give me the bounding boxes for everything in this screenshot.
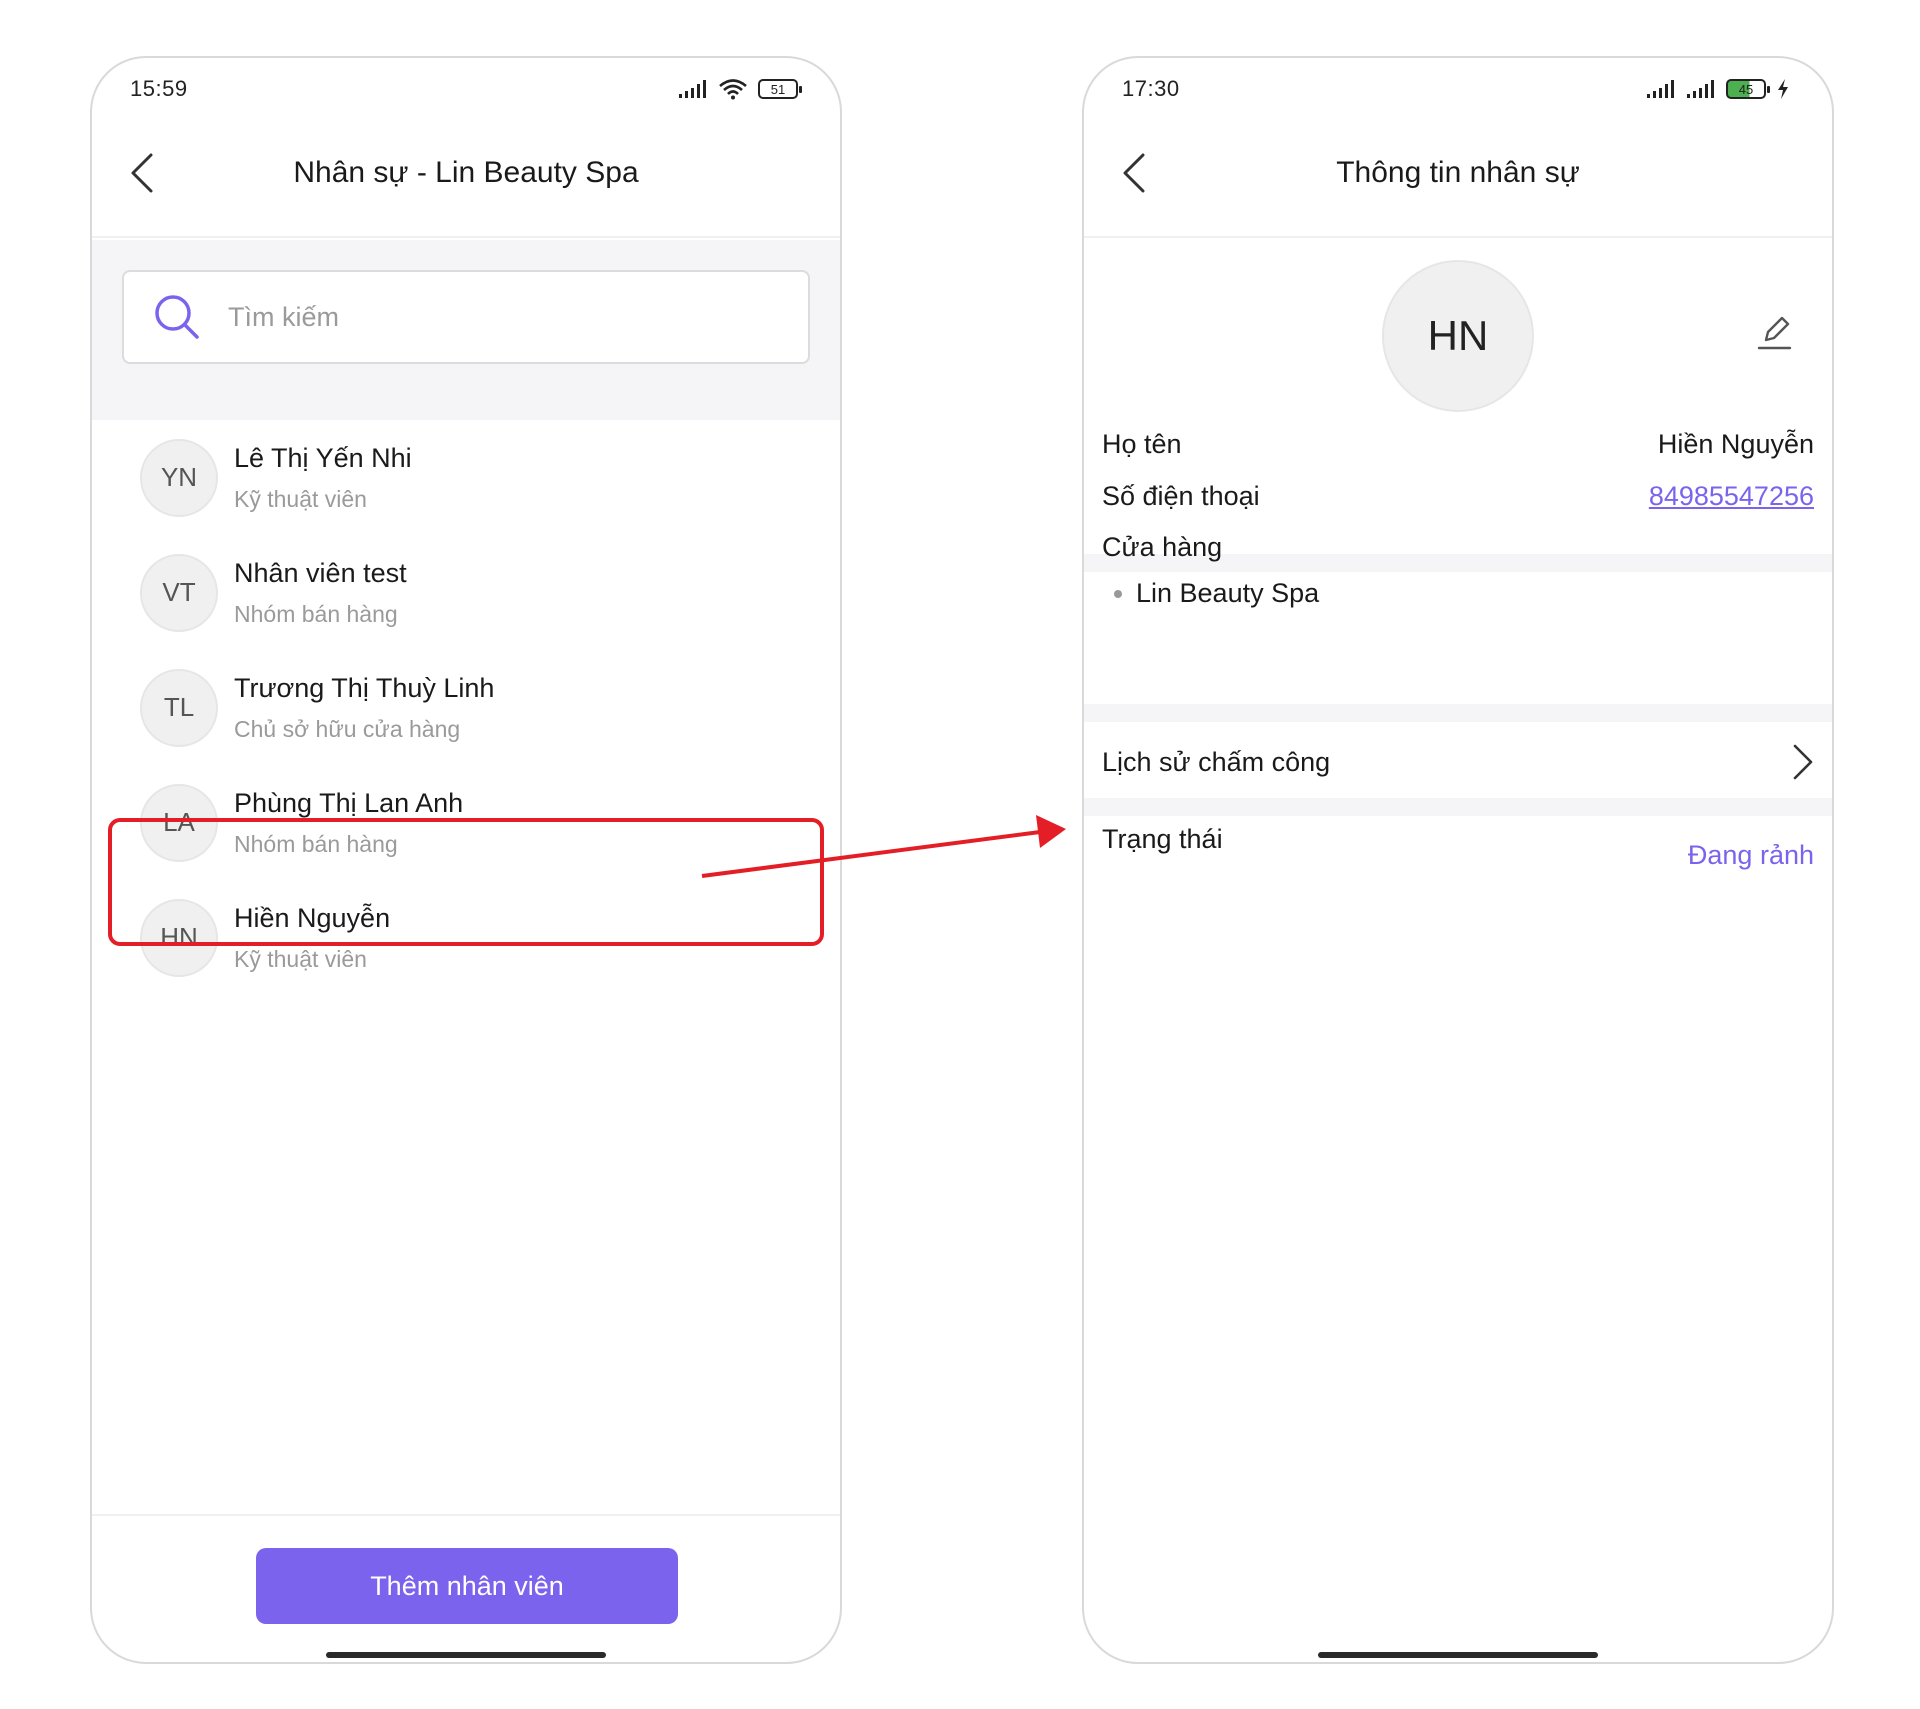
arrow-annotation <box>701 815 1066 878</box>
screenshot-stage: 15:59 51 Nhân sự - Lin Beauty Spa Tìm ki… <box>0 0 1920 1709</box>
